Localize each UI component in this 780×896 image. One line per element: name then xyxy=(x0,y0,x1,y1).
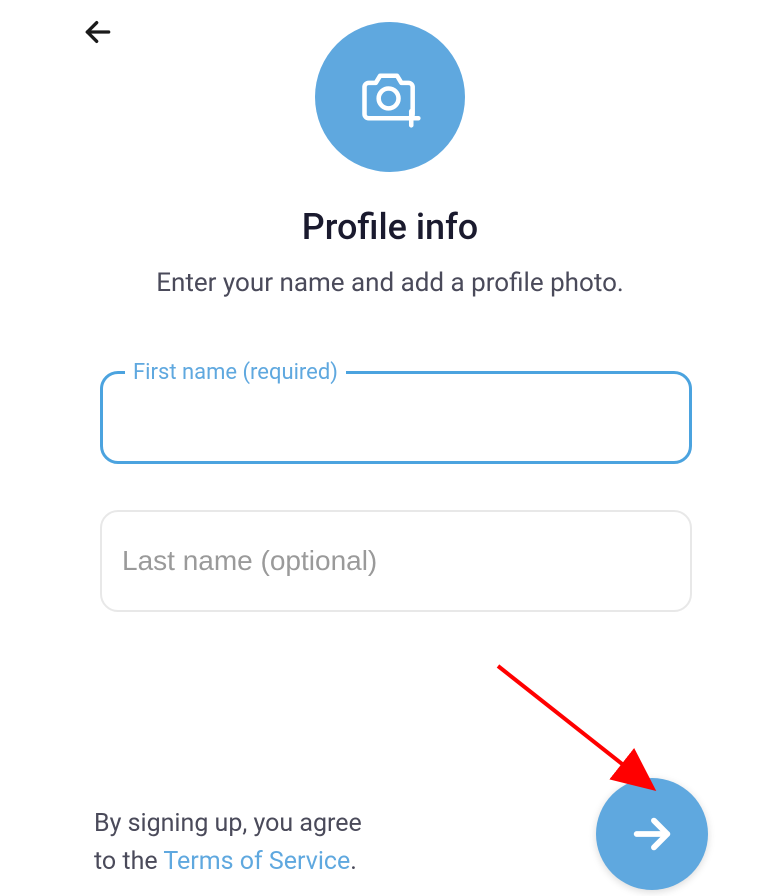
last-name-field-wrapper xyxy=(100,510,692,612)
first-name-input[interactable] xyxy=(119,385,673,445)
page-title: Profile info xyxy=(0,206,780,248)
back-button[interactable] xyxy=(74,8,122,56)
continue-button[interactable] xyxy=(596,778,708,890)
terms-of-service-link[interactable]: Terms of Service xyxy=(163,847,350,876)
first-name-label: First name (required) xyxy=(125,360,346,385)
last-name-input[interactable] xyxy=(122,545,670,577)
page-subtitle: Enter your name and add a profile photo. xyxy=(0,268,780,298)
arrow-right-icon xyxy=(629,811,675,857)
camera-add-icon xyxy=(356,63,424,131)
first-name-field-wrapper: First name (required) xyxy=(100,360,692,464)
add-photo-button[interactable] xyxy=(315,22,465,172)
arrow-left-icon xyxy=(82,16,114,48)
terms-of-service-text: By signing up, you agree to the Terms of… xyxy=(94,805,362,880)
